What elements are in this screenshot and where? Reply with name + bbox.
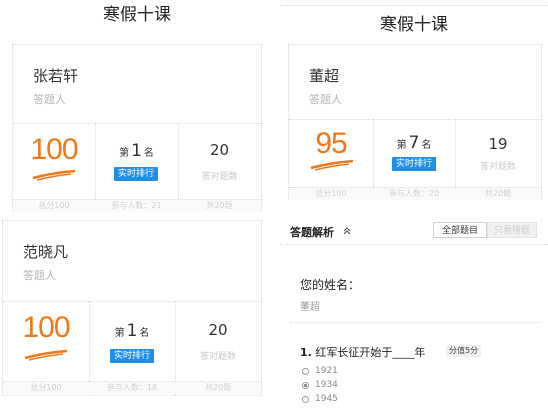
- question-divider: [290, 322, 540, 323]
- option-1934[interactable]: 1934: [302, 380, 338, 390]
- score-value: 95: [315, 127, 347, 160]
- correct-count-label: 答对题数: [479, 162, 516, 172]
- correct-count-label: 答对题数: [199, 352, 236, 362]
- right-panel-top-border: [280, 5, 548, 6]
- correct-count: 20: [208, 321, 228, 339]
- score-value: 100: [30, 133, 78, 166]
- realtime-ranking-button[interactable]: 实时排行: [110, 349, 154, 363]
- option-1945[interactable]: 1945: [302, 394, 338, 404]
- rank-display: 第7名: [373, 133, 455, 153]
- points-badge: 分值5分: [446, 345, 482, 357]
- score-swoosh-icon: [32, 169, 76, 181]
- rank-number: 1: [131, 141, 142, 161]
- question-number: 1.: [300, 346, 312, 359]
- footer-question-count: 共20题: [178, 199, 261, 212]
- divider: [95, 123, 96, 211]
- radio-icon: [302, 367, 309, 375]
- rank-display: 第1名: [95, 141, 178, 161]
- respondent-name: 张若轩: [33, 67, 79, 85]
- result-card: 董超 答题人 95 第7名 实时排行 19 答对题数 总分100 参与人数：20…: [288, 44, 542, 200]
- rank-display: 第1名: [89, 321, 175, 341]
- option-1921[interactable]: 1921: [302, 366, 338, 376]
- divider: [3, 301, 261, 302]
- rank-suffix: 名: [139, 328, 150, 339]
- footer-question-count: 共20题: [175, 381, 261, 394]
- result-card: 张若轩 答题人 100 第1名 实时排行 20 答对题数 总分100 参与人数：…: [12, 44, 262, 212]
- rank-prefix: 第: [114, 328, 125, 339]
- analysis-title: 答题解析: [290, 226, 334, 239]
- page-title-right: 寒假十课: [380, 15, 448, 35]
- footer-total-score: 总分100: [13, 199, 95, 212]
- analysis-divider: [280, 244, 548, 245]
- score-swoosh-icon: [310, 159, 354, 171]
- option-label: 1921: [315, 366, 338, 376]
- footer-participants: 参与人数：18: [89, 381, 175, 394]
- score-value: 100: [22, 311, 70, 344]
- footer-question-count: 共20题: [455, 187, 541, 200]
- question-text: 1. 红军长征开始于____年: [300, 344, 425, 360]
- respondent-role: 答题人: [23, 269, 56, 282]
- footer-participants: 参与人数：21: [95, 199, 178, 212]
- footer-participants: 参与人数：20: [373, 187, 455, 200]
- question-answer: 董超: [300, 302, 320, 313]
- realtime-ranking-button[interactable]: 实时排行: [392, 157, 436, 171]
- footer-total-score: 总分100: [3, 381, 89, 394]
- tab-all-questions[interactable]: 全部题目: [433, 222, 487, 238]
- question-label: 您的姓名：: [300, 278, 361, 292]
- divider: [289, 119, 541, 120]
- radio-icon: [302, 395, 309, 403]
- divider: [178, 123, 179, 211]
- correct-count: 19: [488, 135, 508, 153]
- footer-total-score: 总分100: [289, 187, 373, 200]
- rank-suffix: 名: [143, 148, 154, 159]
- rank-prefix: 第: [396, 140, 407, 151]
- respondent-role: 答题人: [309, 93, 342, 106]
- result-card: 范晓凡 答题人 100 第1名 实时排行 20 答对题数 总分100 参与人数：…: [2, 220, 262, 396]
- score-swoosh-icon: [24, 349, 68, 361]
- rank-number: 1: [126, 321, 138, 341]
- respondent-role: 答题人: [33, 93, 66, 106]
- respondent-name: 董超: [309, 67, 340, 85]
- realtime-ranking-button[interactable]: 实时排行: [114, 167, 158, 181]
- divider: [13, 123, 261, 124]
- radio-selected-icon: [302, 381, 309, 389]
- option-label: 1945: [315, 394, 338, 404]
- correct-count-label: 答对题数: [201, 172, 238, 182]
- page-title-left: 寒假十课: [103, 5, 171, 25]
- respondent-name: 范晓凡: [23, 243, 69, 261]
- rank-prefix: 第: [119, 148, 130, 159]
- option-label: 1934: [315, 380, 338, 390]
- question-body: 红军长征开始于____年: [315, 346, 426, 359]
- correct-count: 20: [209, 141, 230, 159]
- double-chevron-up-icon[interactable]: [342, 226, 352, 236]
- tab-wrong-only[interactable]: 只看错题: [487, 222, 537, 238]
- rank-suffix: 名: [421, 140, 432, 151]
- rank-number: 7: [408, 133, 420, 153]
